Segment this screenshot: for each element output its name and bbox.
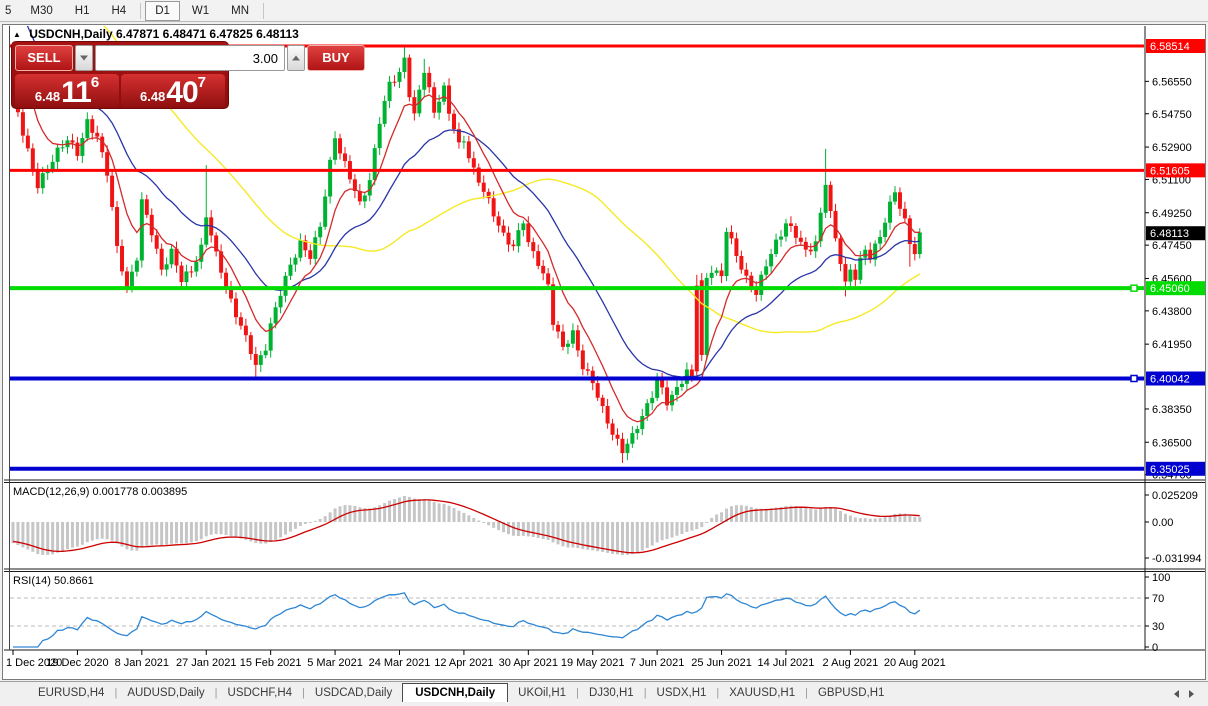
svg-text:6.54750: 6.54750 xyxy=(1152,109,1192,121)
sell-price-sup: 6 xyxy=(91,74,99,91)
tab-usdcad-daily[interactable]: USDCAD,Daily xyxy=(305,684,402,702)
tab-usdx-h1[interactable]: USDX,H1 xyxy=(647,684,717,702)
svg-text:6.36500: 6.36500 xyxy=(1152,437,1192,449)
bottom-strip xyxy=(0,702,1208,706)
timeframe-toolbar: 5M30H1H4 D1W1MN xyxy=(0,0,1208,22)
svg-text:6.49250: 6.49250 xyxy=(1152,208,1192,220)
tab-audusd-daily[interactable]: AUDUSD,Daily xyxy=(117,684,214,702)
svg-text:0.00: 0.00 xyxy=(1152,517,1173,529)
timeframe-button-h4[interactable]: H4 xyxy=(101,1,136,21)
toolbar-separator xyxy=(263,3,264,19)
svg-text:6.56550: 6.56550 xyxy=(1152,76,1192,88)
svg-text:5 Mar 2021: 5 Mar 2021 xyxy=(307,657,363,669)
buy-price-prefix: 6.48 xyxy=(140,89,165,104)
volume-input[interactable] xyxy=(95,45,285,71)
sell-price-button[interactable]: 6.48116 xyxy=(15,74,119,108)
timeframe-button-d1[interactable]: D1 xyxy=(145,1,180,21)
tab-usdcnh-daily[interactable]: USDCNH,Daily xyxy=(402,683,508,702)
timeframe-button-h1[interactable]: H1 xyxy=(65,1,100,21)
svg-text:30 Apr 2021: 30 Apr 2021 xyxy=(499,657,558,669)
volume-decrease-button[interactable] xyxy=(75,45,93,71)
svg-text:7 Jun 2021: 7 Jun 2021 xyxy=(630,657,684,669)
buy-price-button[interactable]: 6.48407 xyxy=(121,74,225,108)
svg-text:0: 0 xyxy=(1152,642,1158,654)
svg-text:6.45060: 6.45060 xyxy=(1150,283,1190,295)
timeframe-button-mn[interactable]: MN xyxy=(221,1,259,21)
svg-text:6.58514: 6.58514 xyxy=(1150,41,1190,53)
tab-eurusd-h4[interactable]: EURUSD,H4 xyxy=(28,684,114,702)
tabs-scroll-left-icon[interactable] xyxy=(1174,690,1179,698)
chevron-up-icon xyxy=(292,56,300,61)
svg-text:6.41950: 6.41950 xyxy=(1152,339,1192,351)
svg-text:6.40042: 6.40042 xyxy=(1150,373,1190,385)
sell-button[interactable]: SELL xyxy=(15,45,73,71)
tab-gbpusd-h1[interactable]: GBPUSD,H1 xyxy=(808,684,894,702)
svg-text:6.35025: 6.35025 xyxy=(1150,464,1190,476)
buy-price-sup: 7 xyxy=(198,74,206,91)
tab-ukoil-h1[interactable]: UKOil,H1 xyxy=(508,684,576,702)
svg-text:30: 30 xyxy=(1152,621,1164,633)
tab-usdchf-h4[interactable]: USDCHF,H4 xyxy=(218,684,303,702)
sell-price-prefix: 6.48 xyxy=(35,89,60,104)
chart-window: ▲ USDCNH,Daily 6.47871 6.48471 6.47825 6… xyxy=(2,24,1206,680)
timeframe-button-5[interactable]: 5 xyxy=(1,1,18,21)
sell-price-big: 11 xyxy=(61,79,91,107)
svg-text:24 Mar 2021: 24 Mar 2021 xyxy=(369,657,431,669)
chart-canvas[interactable]: 6.565506.547506.529006.511006.492506.474… xyxy=(3,25,1205,679)
svg-text:100: 100 xyxy=(1152,572,1170,584)
svg-text:15 Feb 2021: 15 Feb 2021 xyxy=(240,657,302,669)
svg-text:6.47450: 6.47450 xyxy=(1152,240,1192,252)
symbol-tabbar: EURUSD,H4|AUDUSD,Daily|USDCHF,H4|USDCAD,… xyxy=(0,681,1208,702)
svg-text:8 Jan 2021: 8 Jan 2021 xyxy=(115,657,169,669)
tab-xauusd-h1[interactable]: XAUUSD,H1 xyxy=(719,684,805,702)
svg-text:-0.031994: -0.031994 xyxy=(1152,553,1202,565)
svg-text:70: 70 xyxy=(1152,593,1164,605)
svg-text:6.48113: 6.48113 xyxy=(1150,228,1189,240)
svg-text:19 May 2021: 19 May 2021 xyxy=(561,657,625,669)
chart-symbol-label: USDCNH,Daily xyxy=(29,27,112,41)
chart-title: ▲ USDCNH,Daily 6.47871 6.48471 6.47825 6… xyxy=(13,27,299,41)
svg-text:6.52900: 6.52900 xyxy=(1152,142,1192,154)
buy-price-big: 40 xyxy=(166,79,197,107)
svg-text:27 Jan 2021: 27 Jan 2021 xyxy=(176,657,237,669)
svg-text:19 Dec 2020: 19 Dec 2020 xyxy=(46,657,108,669)
volume-increase-button[interactable] xyxy=(287,45,305,71)
tabs-scroll-right-icon[interactable] xyxy=(1189,690,1194,698)
tab-dj30-h1[interactable]: DJ30,H1 xyxy=(579,684,644,702)
toolbar-separator xyxy=(140,3,141,19)
one-click-trade-panel: SELL BUY 6.48116 6.48407 xyxy=(11,41,229,109)
svg-text:20 Aug 2021: 20 Aug 2021 xyxy=(884,657,946,669)
svg-text:2 Aug 2021: 2 Aug 2021 xyxy=(823,657,879,669)
svg-text:25 Jun 2021: 25 Jun 2021 xyxy=(691,657,752,669)
svg-text:14 Jul 2021: 14 Jul 2021 xyxy=(758,657,815,669)
collapse-icon[interactable]: ▲ xyxy=(13,30,21,39)
chart-ohlc-values: 6.47871 6.48471 6.47825 6.48113 xyxy=(116,27,299,41)
macd-indicator-label: MACD(12,26,9) 0.001778 0.003895 xyxy=(13,486,187,498)
tabbar-scroll-arrows xyxy=(1174,690,1194,702)
chevron-down-icon xyxy=(80,56,88,61)
rsi-indicator-label: RSI(14) 50.8661 xyxy=(13,575,94,587)
svg-text:6.38350: 6.38350 xyxy=(1152,404,1192,416)
svg-text:0.025209: 0.025209 xyxy=(1152,490,1198,502)
timeframe-button-m30[interactable]: M30 xyxy=(20,1,62,21)
timeframe-button-w1[interactable]: W1 xyxy=(182,1,219,21)
svg-text:6.51605: 6.51605 xyxy=(1150,165,1190,177)
buy-button[interactable]: BUY xyxy=(307,45,365,71)
svg-text:12 Apr 2021: 12 Apr 2021 xyxy=(434,657,493,669)
svg-text:6.43800: 6.43800 xyxy=(1152,306,1192,318)
